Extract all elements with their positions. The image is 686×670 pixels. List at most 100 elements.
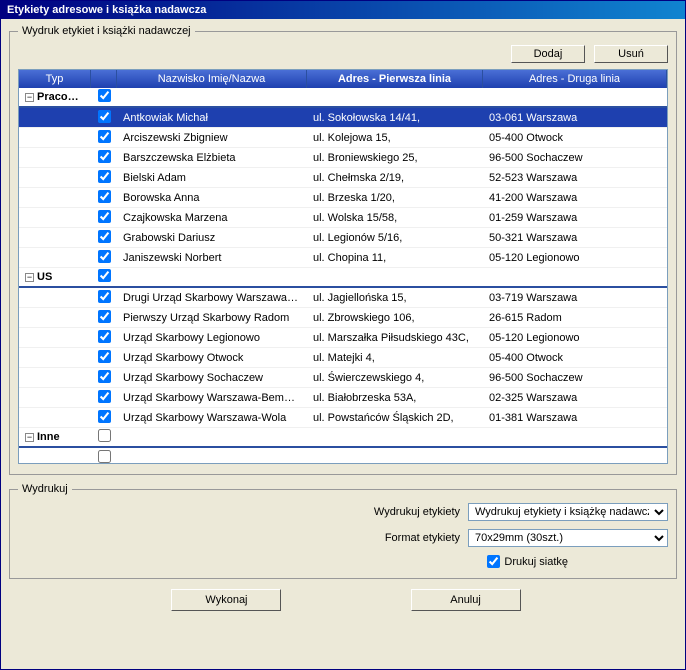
row-adr1: ul. Kolejowa 15, bbox=[307, 130, 483, 146]
row-name: Janiszewski Norbert bbox=[117, 250, 307, 266]
row-check-cell bbox=[91, 128, 117, 148]
grid-checkbox[interactable] bbox=[487, 555, 500, 568]
output-group: Wydrukuj Wydrukuj etykiety Wydrukuj etyk… bbox=[9, 483, 677, 579]
row-adr1: ul. Broniewskiego 25, bbox=[307, 150, 483, 166]
row-checkbox[interactable] bbox=[98, 310, 111, 323]
print-group: Wydruk etykiet i książki nadawczej Dodaj… bbox=[9, 25, 677, 475]
row-adr2: 52-523 Warszawa bbox=[483, 170, 667, 186]
row-name: Antkowiak Michał bbox=[117, 110, 307, 126]
row-name: Borowska Anna bbox=[117, 190, 307, 206]
row-adr2: 26-615 Radom bbox=[483, 310, 667, 326]
expander-icon[interactable]: − bbox=[25, 433, 34, 442]
table-row[interactable]: Drugi Urząd Skarbowy Warszawa-Śró...ul. … bbox=[19, 288, 667, 308]
table-row[interactable]: Antkowiak Michałul. Sokołowska 14/41,03-… bbox=[19, 108, 667, 128]
row-name: Czajkowska Marzena bbox=[117, 210, 307, 226]
table-row[interactable]: Pierwszy Urząd Skarbowy Radomul. Zbrowsk… bbox=[19, 308, 667, 328]
row-checkbox[interactable] bbox=[98, 150, 111, 163]
row-checkbox[interactable] bbox=[98, 230, 111, 243]
window-title: Etykiety adresowe i książka nadawcza bbox=[7, 4, 206, 16]
add-button[interactable]: Dodaj bbox=[511, 45, 585, 63]
table-row[interactable]: Borowska Annaul. Brzeska 1/20,41-200 War… bbox=[19, 188, 667, 208]
row-checkbox[interactable] bbox=[98, 110, 111, 123]
row-checkbox[interactable] bbox=[98, 350, 111, 363]
col-check[interactable] bbox=[91, 70, 117, 88]
row-checkbox[interactable] bbox=[98, 290, 111, 303]
execute-button[interactable]: Wykonaj bbox=[171, 589, 281, 611]
row-adr2: 03-719 Warszawa bbox=[483, 290, 667, 306]
grid-label[interactable]: Drukuj siatkę bbox=[504, 556, 568, 568]
row-adr1: ul. Chopina 11, bbox=[307, 250, 483, 266]
row-name: Barszczewska Elżbieta bbox=[117, 150, 307, 166]
table-row[interactable]: Bielski Adamul. Chełmska 2/19,52-523 War… bbox=[19, 168, 667, 188]
row-adr2: 05-400 Otwock bbox=[483, 130, 667, 146]
row-checkbox[interactable] bbox=[98, 250, 111, 263]
group-check-cell bbox=[91, 427, 117, 447]
row-name: Bielski Adam bbox=[117, 170, 307, 186]
grid-body: −PracownikAntkowiak Michałul. Sokołowska… bbox=[19, 88, 667, 464]
row-name: Pierwszy Urząd Skarbowy Radom bbox=[117, 310, 307, 326]
group-checkbox[interactable] bbox=[98, 89, 111, 102]
table-row[interactable]: Urząd Skarbowy Otwockul. Matejki 4,05-40… bbox=[19, 348, 667, 368]
group-checkbox[interactable] bbox=[98, 429, 111, 442]
col-name[interactable]: Nazwisko Imię/Nazwa bbox=[117, 70, 307, 88]
row-check-cell bbox=[91, 208, 117, 228]
row-adr1: ul. Legionów 5/16, bbox=[307, 230, 483, 246]
group-check-cell bbox=[91, 267, 117, 287]
group-row[interactable]: −Inne bbox=[19, 428, 667, 448]
table-row[interactable]: Urząd Skarbowy Sochaczewul. Świerczewski… bbox=[19, 368, 667, 388]
row-adr2 bbox=[483, 456, 667, 460]
group-row[interactable]: −US bbox=[19, 268, 667, 288]
window-body: Wydruk etykiet i książki nadawczej Dodaj… bbox=[1, 19, 685, 617]
table-row[interactable]: Urząd Skarbowy Warszawa-Wolaul. Powstańc… bbox=[19, 408, 667, 428]
row-adr2: 01-259 Warszawa bbox=[483, 210, 667, 226]
row-adr1: ul. Świerczewskiego 4, bbox=[307, 370, 483, 386]
row-check-cell bbox=[91, 348, 117, 368]
row-checkbox[interactable] bbox=[98, 170, 111, 183]
table-row[interactable]: Urząd Skarbowy Warszawa-Bemowoul. Białob… bbox=[19, 388, 667, 408]
table-row[interactable]: Urząd Skarbowy Legionowoul. Marszałka Pi… bbox=[19, 328, 667, 348]
row-checkbox[interactable] bbox=[98, 410, 111, 423]
row-checkbox[interactable] bbox=[98, 190, 111, 203]
row-checkbox[interactable] bbox=[98, 450, 111, 463]
row-check-cell bbox=[91, 408, 117, 428]
row-check-cell bbox=[91, 108, 117, 128]
row-adr2: 41-200 Warszawa bbox=[483, 190, 667, 206]
format-row: Format etykiety 70x29mm (30szt.) bbox=[18, 529, 668, 547]
col-adr1[interactable]: Adres - Pierwsza linia bbox=[307, 70, 483, 88]
bottom-buttons: Wykonaj Anuluj bbox=[9, 589, 677, 611]
row-adr1: ul. Powstańców Śląskich 2D, bbox=[307, 410, 483, 426]
table-row[interactable]: Czajkowska Marzenaul. Wolska 15/58,01-25… bbox=[19, 208, 667, 228]
col-typ[interactable]: Typ bbox=[19, 70, 91, 88]
row-checkbox[interactable] bbox=[98, 130, 111, 143]
row-check-cell bbox=[91, 368, 117, 388]
row-name: Arciszewski Zbigniew bbox=[117, 130, 307, 146]
row-checkbox[interactable] bbox=[98, 390, 111, 403]
row-adr1: ul. Zbrowskiego 106, bbox=[307, 310, 483, 326]
row-checkbox[interactable] bbox=[98, 370, 111, 383]
format-select[interactable]: 70x29mm (30szt.) bbox=[468, 529, 668, 547]
table-row[interactable]: Barszczewska Elżbietaul. Broniewskiego 2… bbox=[19, 148, 667, 168]
group-check-cell bbox=[91, 87, 117, 107]
group-checkbox[interactable] bbox=[98, 269, 111, 282]
print-row: Wydrukuj etykiety Wydrukuj etykiety i ks… bbox=[18, 503, 668, 521]
table-row[interactable] bbox=[19, 448, 667, 464]
row-checkbox[interactable] bbox=[98, 330, 111, 343]
output-group-legend: Wydrukuj bbox=[18, 483, 72, 495]
table-row[interactable]: Janiszewski Norbertul. Chopina 11,05-120… bbox=[19, 248, 667, 268]
group-row[interactable]: −Pracownik bbox=[19, 88, 667, 108]
row-adr2: 05-120 Legionowo bbox=[483, 250, 667, 266]
row-adr2: 96-500 Sochaczew bbox=[483, 370, 667, 386]
row-adr1: ul. Brzeska 1/20, bbox=[307, 190, 483, 206]
table-row[interactable]: Arciszewski Zbigniewul. Kolejowa 15,05-4… bbox=[19, 128, 667, 148]
group-label: −US bbox=[19, 269, 91, 285]
cancel-button[interactable]: Anuluj bbox=[411, 589, 521, 611]
col-adr2[interactable]: Adres - Druga linia bbox=[483, 70, 667, 88]
row-checkbox[interactable] bbox=[98, 210, 111, 223]
remove-button[interactable]: Usuń bbox=[594, 45, 668, 63]
print-select[interactable]: Wydrukuj etykiety i książkę nadawczą bbox=[468, 503, 668, 521]
expander-icon[interactable]: − bbox=[25, 273, 34, 282]
expander-icon[interactable]: − bbox=[25, 93, 34, 102]
table-row[interactable]: Grabowski Dariuszul. Legionów 5/16,50-32… bbox=[19, 228, 667, 248]
titlebar: Etykiety adresowe i książka nadawcza bbox=[1, 1, 685, 19]
row-check-cell bbox=[91, 448, 117, 465]
